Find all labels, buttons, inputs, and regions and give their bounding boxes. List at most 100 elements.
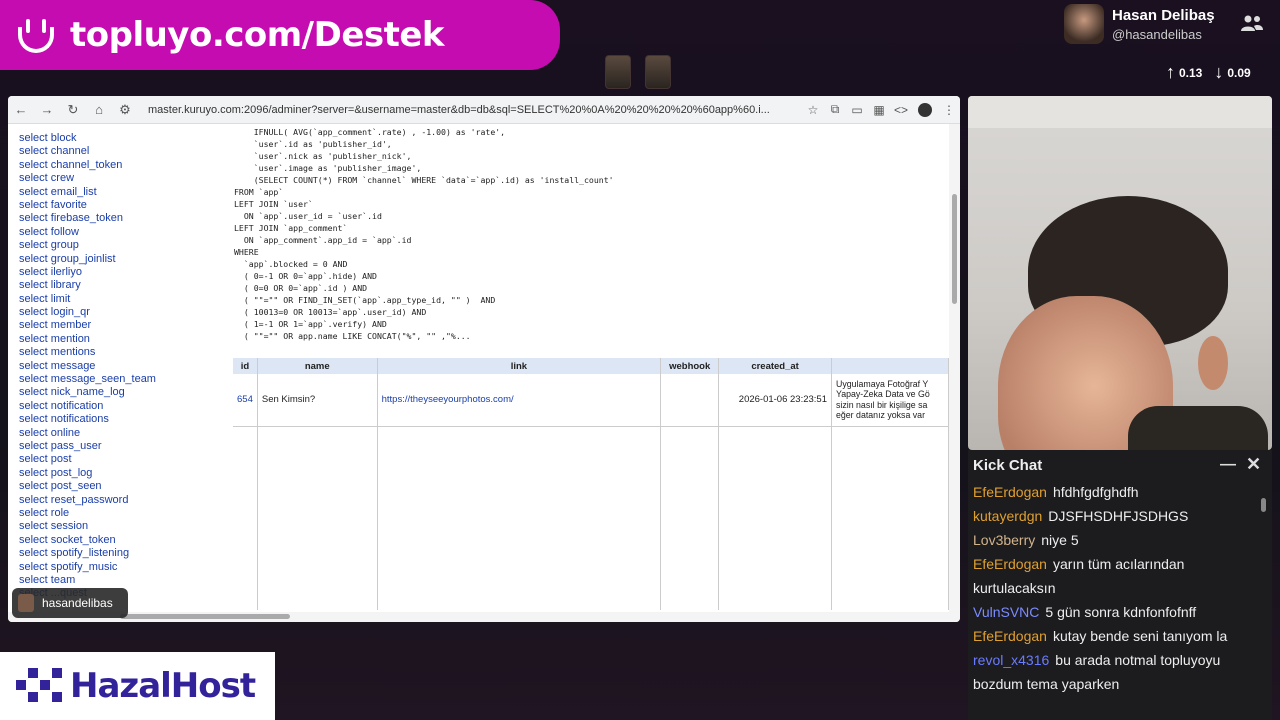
chat-text: hfdhfgdfghdfh bbox=[1052, 484, 1139, 500]
sidebar-link[interactable]: select group bbox=[19, 239, 228, 252]
sql-line: `app`.blocked = 0 AND bbox=[234, 259, 348, 269]
hazalhost-logo-icon bbox=[10, 666, 68, 706]
sidebar-link[interactable]: select post bbox=[19, 453, 228, 466]
sidebar-link[interactable]: select limit bbox=[19, 293, 228, 306]
chat-panel: Kick Chat — ✕ EfeErdogan hfdhfgdfghdfh kut… bbox=[968, 450, 1272, 720]
column-header[interactable]: created_at bbox=[718, 358, 832, 374]
sidebar-link[interactable]: select notifications bbox=[19, 413, 228, 426]
streamer-profile: Hasan Delibaş @hasandelibas bbox=[1064, 4, 1215, 44]
sidebar-link[interactable]: select block bbox=[19, 132, 228, 145]
chat-scrollbar[interactable] bbox=[1260, 498, 1267, 712]
sql-line: LEFT JOIN `user` bbox=[234, 199, 313, 209]
participants bbox=[605, 55, 671, 89]
chat-messages: EfeErdogan hfdhfgdfghdfh kutayerdgn DJSFHSD… bbox=[973, 480, 1257, 696]
chat-message: revol_x4316 bu arada notmal topluyoyu boz… bbox=[973, 648, 1257, 696]
banner-text: topluyo.com/Destek bbox=[70, 15, 445, 55]
sidebar-link[interactable]: select spotify_music bbox=[19, 561, 228, 574]
sidebar-link[interactable]: select channel bbox=[19, 145, 228, 158]
minimize-icon[interactable]: — bbox=[1220, 456, 1236, 474]
sidebar-link[interactable]: select mentions bbox=[19, 346, 228, 359]
column-header[interactable]: id bbox=[233, 358, 258, 374]
sidebar-link[interactable]: select pass_user bbox=[19, 440, 228, 453]
column-header[interactable]: name bbox=[257, 358, 378, 374]
chat-message: kutayerdgn DJSFHSDHFJSDHGS bbox=[973, 504, 1257, 528]
star-icon[interactable]: ☆ bbox=[802, 103, 824, 117]
column-header[interactable] bbox=[831, 358, 949, 374]
forward-icon[interactable]: → bbox=[34, 102, 60, 117]
chat-username[interactable]: EfeErdogan bbox=[973, 556, 1047, 572]
sql-query: IFNULL( AVG(`app_comment`.rate) , -1.00)… bbox=[234, 126, 949, 346]
sql-line: ( 0=0 OR 0=`app`.id ) AND bbox=[234, 283, 368, 293]
sidebar-link[interactable]: select firebase_token bbox=[19, 212, 228, 225]
sidebar-link[interactable]: select post_log bbox=[19, 467, 228, 480]
sidebar-link[interactable]: select follow bbox=[19, 226, 228, 239]
people-icon[interactable] bbox=[1240, 14, 1264, 32]
sidebar-link[interactable]: select login_qr bbox=[19, 306, 228, 319]
apps-icon[interactable]: ▦ bbox=[868, 103, 890, 117]
sidebar-link[interactable]: select reset_password bbox=[19, 494, 228, 507]
sidebar-link[interactable]: select message bbox=[19, 360, 228, 373]
sidebar-link[interactable]: select mention bbox=[19, 333, 228, 346]
horizontal-scrollbar[interactable] bbox=[8, 612, 960, 622]
network-speed: ↑ 0.13 ↓ 0.09 bbox=[1166, 62, 1251, 83]
chat-text: kutay bende seni tanıyom la bbox=[1052, 628, 1228, 644]
sidebar-link[interactable]: select socket_token bbox=[19, 534, 228, 547]
extension-icon[interactable]: ⧉ bbox=[824, 102, 846, 117]
chat-username[interactable]: kutayerdgn bbox=[973, 508, 1042, 524]
reload-icon[interactable]: ↻ bbox=[60, 102, 86, 118]
chat-username[interactable]: VulnSVNC bbox=[973, 604, 1039, 620]
sidebar-link[interactable]: select member bbox=[19, 319, 228, 332]
sidebar-link[interactable]: select channel_token bbox=[19, 159, 228, 172]
chat-username[interactable]: EfeErdogan bbox=[973, 628, 1047, 644]
menu-icon[interactable]: ⋮ bbox=[938, 103, 960, 117]
devtools-icon[interactable]: <> bbox=[890, 103, 912, 117]
sql-line: ( 10013=0 OR 10013=`app`.user_id) AND bbox=[234, 307, 427, 317]
sidebar-link[interactable]: select role bbox=[19, 507, 228, 520]
sidebar-link[interactable]: select ilerliyo bbox=[19, 266, 228, 279]
chat-message: EfeErdogan kutay bende seni tanıyom la bbox=[973, 624, 1257, 648]
description-line: eğer datanız yoksa var bbox=[836, 410, 925, 421]
address-bar: ← → ↻ ⌂ ⚙ master.kuruyo.com:2096/adminer… bbox=[8, 96, 960, 124]
cell-link[interactable]: https://theyseeyourphotos.com/ bbox=[382, 394, 514, 405]
sidebar-link[interactable]: select library bbox=[19, 279, 228, 292]
sidebar-link[interactable]: select team bbox=[19, 574, 228, 587]
chat-username[interactable]: EfeErdogan bbox=[973, 484, 1047, 500]
sidebar-link[interactable]: select crew bbox=[19, 172, 228, 185]
sidebar-link[interactable]: select post_seen bbox=[19, 480, 228, 493]
browser-profile-icon[interactable] bbox=[918, 102, 932, 117]
avatar bbox=[605, 55, 631, 89]
sidebar-link[interactable]: select spotify_listening bbox=[19, 547, 228, 560]
chat-text: DJSFHSDHFJSDHGS bbox=[1048, 508, 1189, 524]
back-icon[interactable]: ← bbox=[8, 102, 34, 117]
chat-text: niye 5 bbox=[1041, 532, 1079, 548]
arrow-down-icon: ↓ bbox=[1214, 62, 1224, 82]
sidebar-link[interactable]: select notification bbox=[19, 400, 228, 413]
chat-username[interactable]: Lov3berry bbox=[973, 532, 1035, 548]
home-icon[interactable]: ⌂ bbox=[86, 102, 112, 117]
vertical-scrollbar[interactable] bbox=[949, 124, 960, 612]
logo-text: HazalHost bbox=[70, 666, 256, 706]
sidebar-link[interactable]: select online bbox=[19, 427, 228, 440]
chat-message: EfeErdogan yarın tüm acılarından kurtulac… bbox=[973, 552, 1257, 600]
description-line: Yapay-Zeka Data ve Gö bbox=[836, 389, 930, 400]
row-id-link[interactable]: 654 bbox=[237, 394, 253, 405]
column-header[interactable]: webhook bbox=[660, 358, 720, 374]
sidebar-link[interactable]: select favorite bbox=[19, 199, 228, 212]
sidebar-link[interactable]: select group_joinlist bbox=[19, 253, 228, 266]
site-info-icon[interactable]: ⚙ bbox=[112, 102, 138, 118]
sidebar-link[interactable]: select email_list bbox=[19, 186, 228, 199]
user-tag-name: hasandelibas bbox=[42, 596, 113, 610]
profile-name: Hasan Delibaş bbox=[1112, 6, 1215, 24]
description-line: Uygulamaya Fotoğraf Y bbox=[836, 378, 929, 389]
cell-name: Sen Kimsin? bbox=[257, 374, 378, 427]
sidebar-link[interactable]: select message_seen_team bbox=[19, 373, 228, 386]
url-field[interactable]: master.kuruyo.com:2096/adminer?server=&u… bbox=[138, 104, 802, 116]
sidebar-link[interactable]: select nick_name_log bbox=[19, 386, 228, 399]
sidebar-link[interactable]: select session bbox=[19, 520, 228, 533]
chat-username[interactable]: revol_x4316 bbox=[973, 652, 1049, 668]
reading-mode-icon[interactable]: ▭ bbox=[846, 103, 868, 117]
sql-line: ( ""="" OR FIND_IN_SET(`app`.app_type_id… bbox=[234, 295, 496, 305]
column-header[interactable]: link bbox=[377, 358, 662, 374]
chat-message: Lov3berry niye 5 bbox=[973, 528, 1257, 552]
close-icon[interactable]: ✕ bbox=[1246, 454, 1261, 475]
